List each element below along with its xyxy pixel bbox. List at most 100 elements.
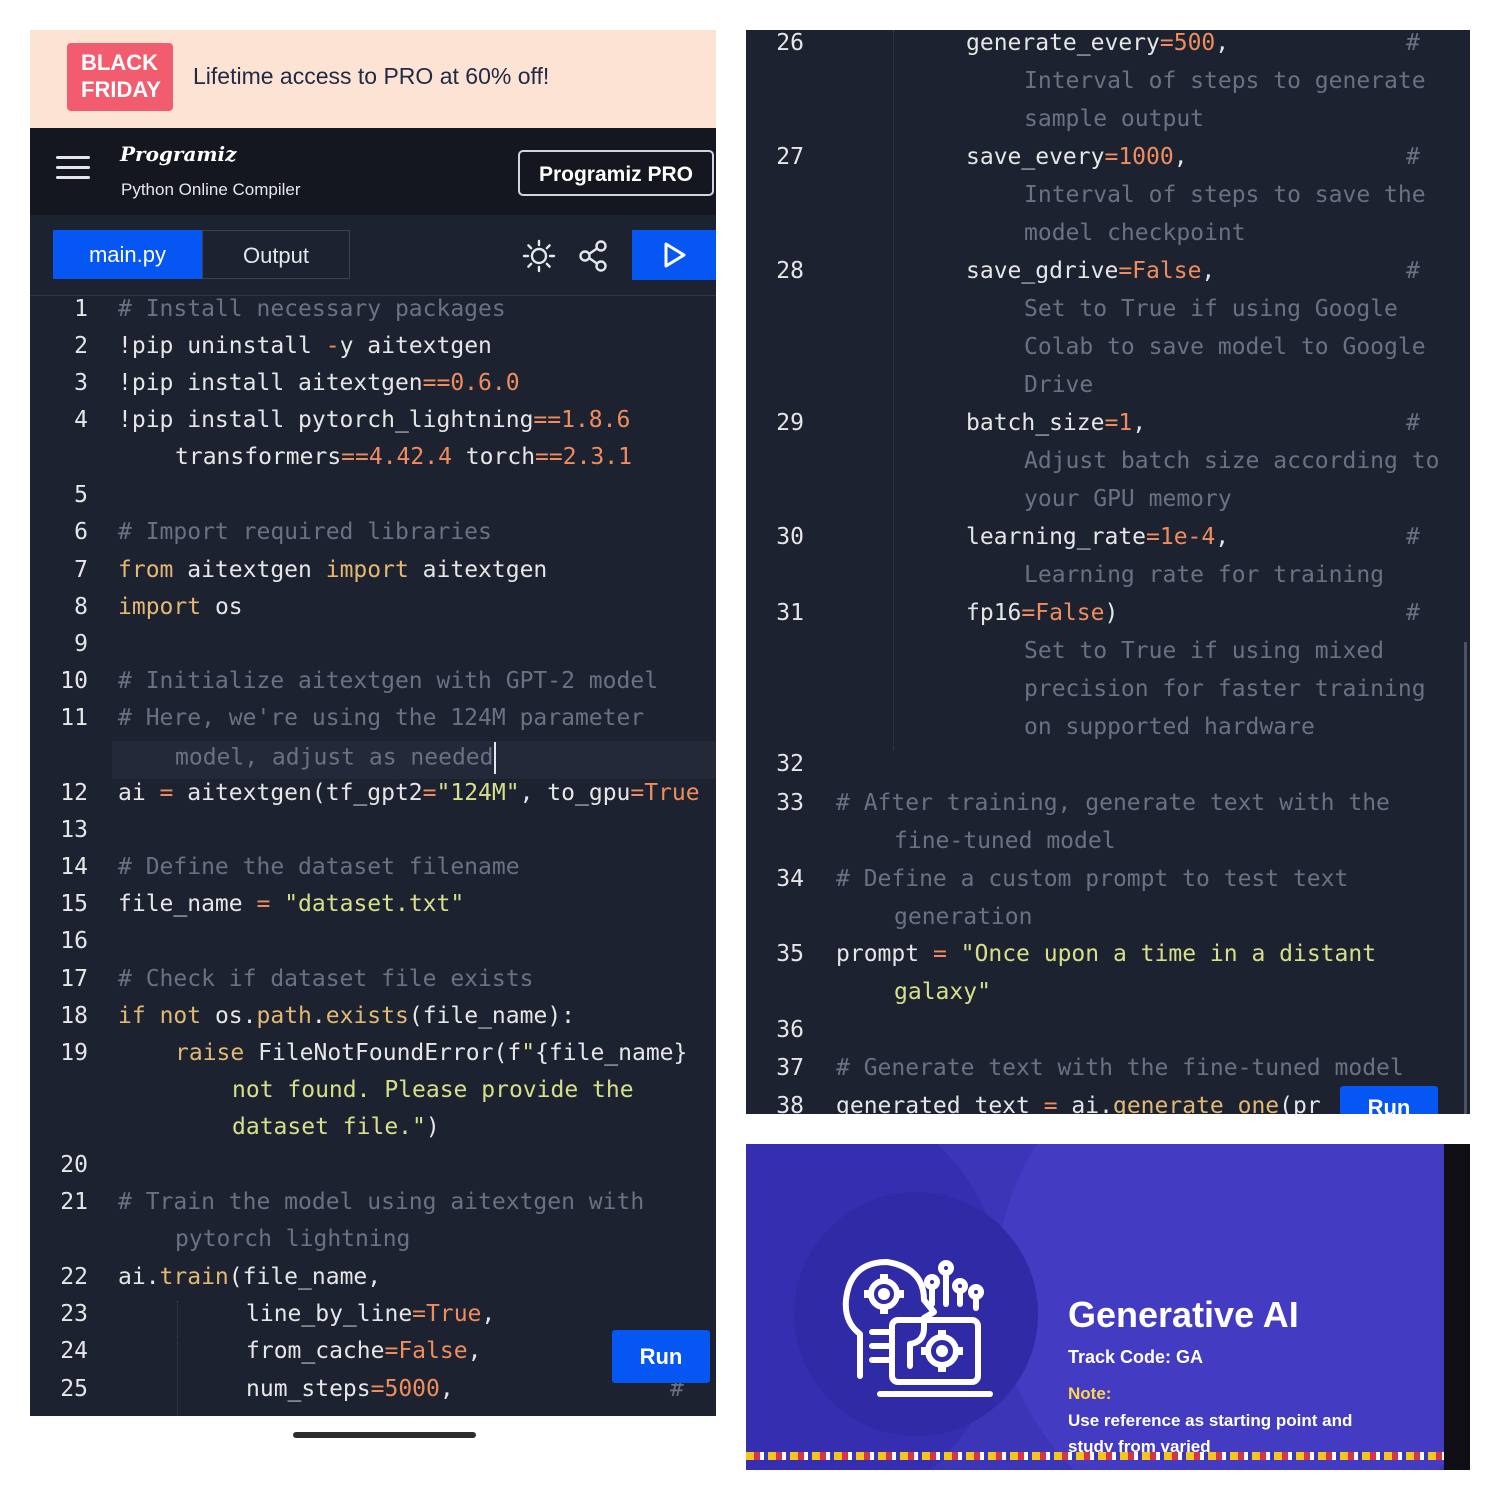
home-indicator — [293, 1432, 476, 1438]
brand-logo[interactable]: Programiz — [120, 142, 237, 166]
code-line: # Define the dataset filename — [118, 854, 520, 880]
code-line: generate_every=500, — [966, 30, 1230, 56]
line-number: 19 — [60, 1040, 88, 1066]
code-line: ai.train(file_name, — [118, 1264, 382, 1290]
code-line: # — [1406, 410, 1420, 436]
slide-title: Generative AI — [1068, 1294, 1299, 1335]
code-line: # Define a custom prompt to test text — [836, 866, 1349, 892]
code-line: # Install necessary packages — [118, 296, 506, 322]
code-line-wrap: pytorch lightning — [175, 1226, 411, 1252]
run-button[interactable]: Run — [1340, 1086, 1438, 1114]
line-number: 21 — [60, 1189, 88, 1215]
line-number: 27 — [776, 144, 804, 170]
line-number: 36 — [776, 1017, 804, 1043]
line-number: 22 — [60, 1264, 88, 1290]
code-line: save_every=1000, — [966, 144, 1188, 170]
code-line: file_name = "dataset.txt" — [118, 891, 465, 917]
code-line: # Initialize aitextgen with GPT-2 model — [118, 668, 659, 694]
code-line: # Train the model using aitextgen with — [118, 1189, 645, 1215]
generative-ai-slide: Generative AI Track Code: GA Note: Use r… — [746, 1144, 1470, 1470]
hamburger-menu-icon[interactable] — [56, 156, 90, 180]
line-number: 10 — [60, 668, 88, 694]
badge-line-2: FRIDAY — [81, 77, 161, 102]
code-line: line_by_line=True, — [246, 1301, 496, 1327]
code-editor-right[interactable]: 26 27 28 29 30 31 32 33 34 35 36 37 38 g… — [746, 30, 1470, 1114]
line-number: 4 — [74, 407, 88, 433]
play-icon — [664, 242, 686, 268]
line-number: 30 — [776, 524, 804, 550]
editor-toolbar: main.py Output — [30, 215, 716, 296]
code-line-wrap: on supported hardware — [1024, 714, 1315, 740]
run-button[interactable]: Run — [612, 1330, 710, 1383]
share-icon[interactable] — [577, 239, 611, 273]
code-line: generated_text = ai.generate_one(pr — [836, 1093, 1321, 1114]
code-line: # Generate text with the fine-tuned mode… — [836, 1055, 1404, 1081]
line-number: 16 — [60, 928, 88, 954]
code-line-wrap: model checkpoint — [1024, 220, 1246, 246]
code-line: !pip uninstall -y aitextgen — [118, 333, 492, 359]
sun-icon[interactable] — [522, 239, 556, 273]
code-line-wrap: Set to True if using mixed — [1024, 638, 1385, 664]
ai-head-gear-icon — [842, 1259, 993, 1397]
code-line-wrap: dataset file.") — [232, 1114, 440, 1140]
track-code: Track Code: GA — [1068, 1347, 1204, 1367]
tab-output[interactable]: Output — [202, 230, 350, 279]
scrollbar[interactable] — [1464, 642, 1467, 1114]
code-line-wrap: Learning rate for training — [1024, 562, 1385, 588]
code-line: # — [1406, 258, 1420, 284]
line-number: 3 — [74, 370, 88, 396]
note-label: Note: — [1068, 1384, 1112, 1403]
line-number: 38 — [776, 1093, 804, 1114]
line-number: 26 — [776, 30, 804, 56]
code-line: # Import required libraries — [118, 519, 492, 545]
code-line: from aitextgen import aitextgen — [118, 557, 548, 583]
code-line: # — [1406, 524, 1420, 550]
code-line: # — [1406, 144, 1420, 170]
line-number: 37 — [776, 1055, 804, 1081]
line-number: 1 — [74, 296, 88, 322]
black-friday-badge: BLACK FRIDAY — [67, 43, 173, 111]
code-line: fp16=False) — [966, 600, 1119, 626]
line-number: 28 — [776, 258, 804, 284]
line-number: 31 — [776, 600, 804, 626]
line-number: 11 — [60, 705, 88, 731]
promo-banner[interactable]: BLACK FRIDAY Lifetime access to PRO at 6… — [30, 30, 716, 128]
code-line: !pip install aitextgen==0.6.0 — [118, 370, 520, 396]
code-line-wrap: fine-tuned model — [894, 828, 1116, 854]
programiz-pro-button[interactable]: Programiz PRO — [518, 150, 714, 196]
code-line: if not os.path.exists(file_name): — [118, 1003, 576, 1029]
line-number: 24 — [60, 1338, 88, 1364]
code-line-wrap: Interval of steps to generate — [1024, 68, 1426, 94]
line-number: 12 — [60, 780, 88, 806]
line-number: 18 — [60, 1003, 88, 1029]
code-line-wrap: transformers==4.42.4 torch==2.3.1 — [175, 444, 632, 470]
code-line: learning_rate=1e-4, — [966, 524, 1230, 550]
line-number: 35 — [776, 941, 804, 967]
promo-text[interactable]: Lifetime access to PRO at 60% off! — [193, 63, 549, 90]
tab-main-py[interactable]: main.py — [53, 230, 202, 279]
run-play-button[interactable] — [632, 230, 716, 280]
line-number: 20 — [60, 1152, 88, 1178]
code-line: !pip install pytorch_lightning==1.8.6 — [118, 407, 631, 433]
code-line-wrap: precision for faster training — [1024, 676, 1426, 702]
line-number: 6 — [74, 519, 88, 545]
line-number: 5 — [74, 482, 88, 508]
line-number: 7 — [74, 557, 88, 583]
line-number: 14 — [60, 854, 88, 880]
code-line: raise FileNotFoundError(f"{file_name} — [175, 1040, 688, 1066]
code-line: save_gdrive=False, — [966, 258, 1216, 284]
programiz-editor-panel: BLACK FRIDAY Lifetime access to PRO at 6… — [30, 30, 716, 1416]
code-line: prompt = "Once upon a time in a distant — [836, 941, 1377, 967]
code-line: # Here, we're using the 124M parameter — [118, 705, 645, 731]
code-line: # Check if dataset file exists — [118, 966, 534, 992]
line-number: 29 — [776, 410, 804, 436]
line-number: 9 — [74, 631, 88, 657]
code-line: # — [1406, 30, 1420, 56]
code-line-wrap: model, adjust as needed — [175, 742, 496, 774]
line-number: 33 — [776, 790, 804, 816]
code-line-wrap: your GPU memory — [1024, 486, 1232, 512]
code-line-wrap: Set to True if using Google — [1024, 296, 1398, 322]
code-line: ai = aitextgen(tf_gpt2="124M", to_gpu=Tr… — [118, 780, 700, 806]
badge-line-1: BLACK — [81, 50, 158, 75]
code-line-wrap: Adjust batch size according to — [1024, 448, 1440, 474]
